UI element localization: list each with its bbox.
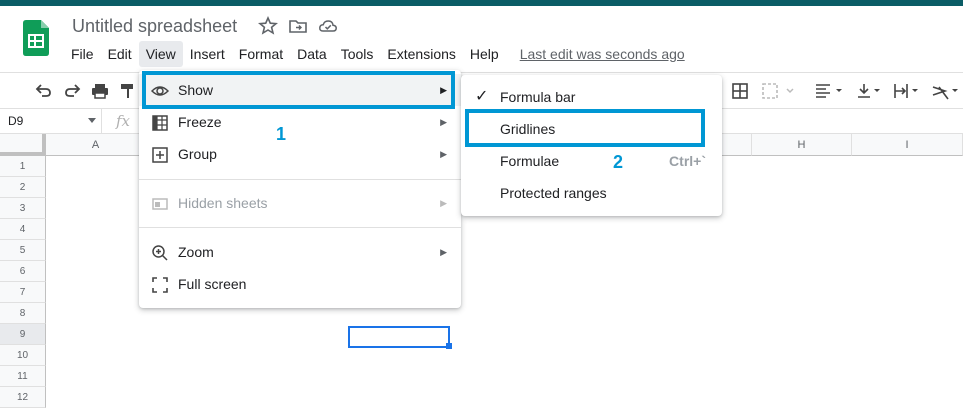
row-header[interactable]: 10: [0, 345, 46, 366]
menu-bar: File Edit View Insert Format Data Tools …: [64, 41, 685, 67]
hidden-sheets-icon: [152, 198, 168, 210]
selected-cell[interactable]: [348, 326, 450, 348]
merge-cells-icon[interactable]: [760, 81, 798, 101]
submenu-item-formulae[interactable]: Formulae Ctrl+`: [461, 145, 722, 177]
submenu-arrow-icon: ▶: [440, 149, 447, 159]
menu-item-label: Group: [178, 146, 217, 162]
menu-extensions[interactable]: Extensions: [380, 41, 462, 67]
text-rotation-icon[interactable]: [930, 81, 962, 101]
annotation-highlight-show: [142, 71, 455, 109]
menu-item-label: Freeze: [178, 114, 222, 130]
name-box-value: D9: [8, 114, 24, 128]
menu-format[interactable]: Format: [232, 41, 290, 67]
menu-item-hidden-sheets[interactable]: Hidden sheets ▶: [139, 187, 461, 219]
row-header[interactable]: 6: [0, 261, 46, 282]
group-icon: [152, 147, 168, 163]
fx-icon: fx: [116, 112, 131, 130]
paint-format-icon[interactable]: [118, 81, 138, 101]
submenu-item-label: Protected ranges: [500, 185, 607, 201]
select-all-corner[interactable]: [0, 134, 46, 156]
name-box-caret-icon[interactable]: [88, 118, 96, 124]
freeze-icon: [152, 115, 168, 131]
menu-item-group[interactable]: Group ▶: [139, 138, 461, 170]
annotation-step-2: 2: [613, 152, 624, 172]
menu-tools[interactable]: Tools: [334, 41, 381, 67]
menu-item-label: Full screen: [178, 276, 247, 292]
fullscreen-icon: [152, 277, 168, 293]
submenu-arrow-icon: ▶: [440, 117, 447, 127]
menu-help[interactable]: Help: [463, 41, 506, 67]
row-header[interactable]: 8: [0, 303, 46, 324]
row-header[interactable]: 4: [0, 219, 46, 240]
name-box[interactable]: D9: [0, 109, 102, 133]
column-header-a[interactable]: A: [46, 134, 146, 156]
menu-item-label: Zoom: [178, 244, 214, 260]
zoom-icon: [152, 245, 168, 261]
menu-item-zoom[interactable]: Zoom ▶: [139, 236, 461, 268]
row-header[interactable]: 5: [0, 240, 46, 261]
row-header-selected[interactable]: 9: [0, 324, 46, 345]
menu-view[interactable]: View: [138, 41, 183, 67]
annotation-step-1: 1: [276, 124, 287, 144]
menu-edit[interactable]: Edit: [101, 41, 139, 67]
shortcut-hint: Ctrl+`: [669, 153, 706, 169]
fill-handle[interactable]: [446, 343, 452, 349]
menu-item-freeze[interactable]: Freeze ▶: [139, 106, 461, 138]
undo-icon[interactable]: [34, 81, 54, 101]
top-accent-bar: [0, 0, 963, 6]
menu-item-full-screen[interactable]: Full screen: [139, 268, 461, 300]
submenu-item-label: Formulae: [500, 153, 560, 169]
row-header[interactable]: 11: [0, 366, 46, 387]
annotation-highlight-gridlines: [465, 109, 705, 147]
sheets-logo-icon[interactable]: [23, 20, 49, 56]
row-header[interactable]: 2: [0, 177, 46, 198]
move-to-folder-icon[interactable]: [288, 16, 308, 36]
submenu-arrow-icon: ▶: [440, 247, 447, 257]
star-icon[interactable]: [258, 16, 278, 36]
text-wrapping-icon[interactable]: [892, 81, 924, 101]
cloud-saved-icon[interactable]: [318, 16, 338, 36]
last-edit-link[interactable]: Last edit was seconds ago: [520, 41, 685, 67]
menu-data[interactable]: Data: [290, 41, 334, 67]
redo-icon[interactable]: [62, 81, 82, 101]
column-header-h[interactable]: H: [752, 134, 852, 156]
print-icon[interactable]: [90, 81, 110, 101]
row-header[interactable]: 7: [0, 282, 46, 303]
vertical-align-icon[interactable]: [856, 81, 886, 101]
menu-insert[interactable]: Insert: [183, 41, 232, 67]
submenu-item-protected-ranges[interactable]: Protected ranges: [461, 177, 722, 209]
submenu-arrow-icon: ▶: [440, 198, 447, 208]
row-header[interactable]: 3: [0, 198, 46, 219]
menu-separator: [139, 179, 461, 180]
row-header[interactable]: 1: [0, 156, 46, 177]
row-header[interactable]: 12: [0, 387, 46, 408]
borders-icon[interactable]: [730, 81, 750, 101]
menu-separator: [139, 227, 461, 228]
menu-file[interactable]: File: [64, 41, 101, 67]
column-header-i[interactable]: I: [852, 134, 963, 156]
doc-title[interactable]: Untitled spreadsheet: [72, 16, 237, 37]
horizontal-align-icon[interactable]: [814, 81, 848, 101]
menu-item-label: Hidden sheets: [178, 195, 268, 211]
